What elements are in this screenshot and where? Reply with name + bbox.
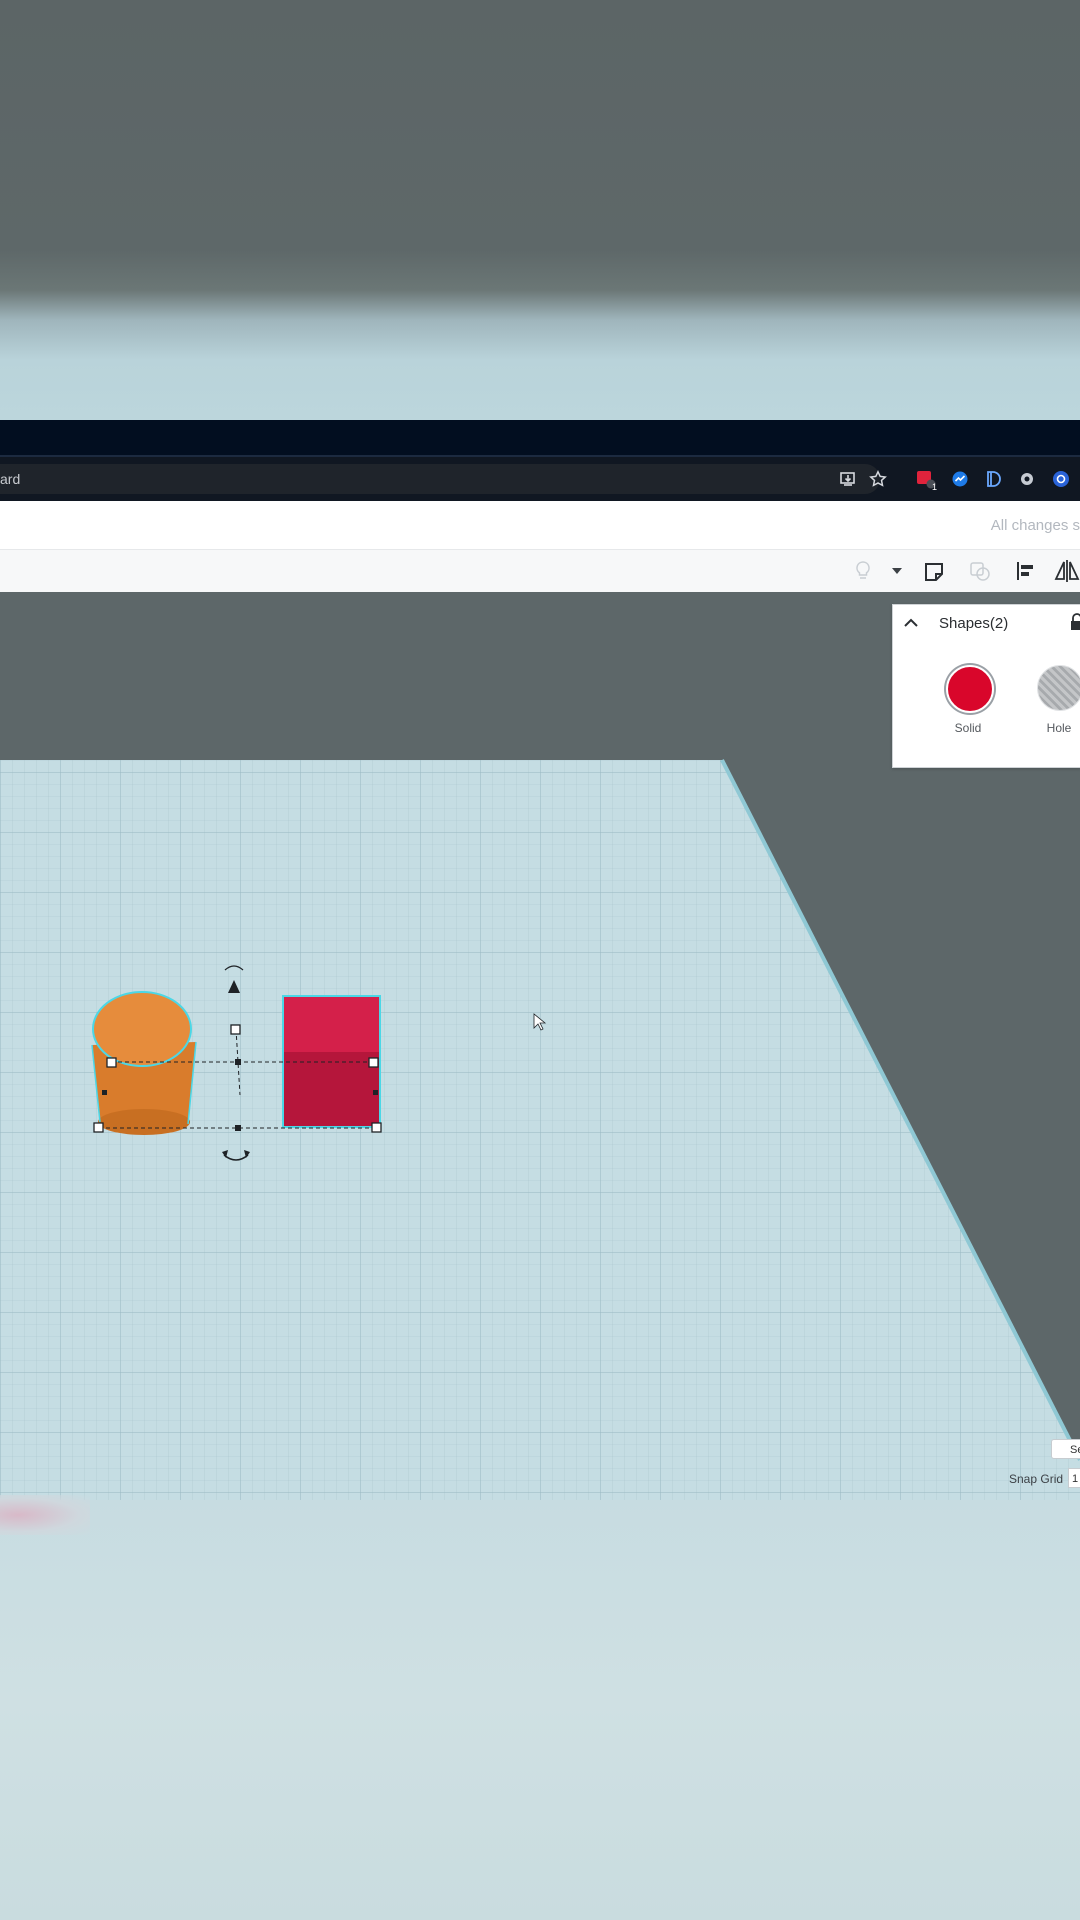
resize-handle-top-left[interactable] (106, 1057, 117, 1068)
resize-handle-top-right[interactable] (368, 1057, 379, 1068)
snap-grid-value: 1 (1072, 1473, 1079, 1485)
blurred-background-top (0, 0, 1080, 420)
extension-d-icon[interactable] (984, 469, 1004, 489)
collapse-chevron-icon[interactable] (901, 613, 921, 633)
extension-circle-icon[interactable] (1051, 469, 1071, 489)
lock-icon[interactable] (1069, 613, 1080, 631)
snap-grid-label: Snap Grid (1009, 1472, 1064, 1486)
bookmark-star-icon[interactable] (868, 469, 888, 489)
extension-gear-icon[interactable] (1017, 469, 1037, 489)
align-icon[interactable] (1012, 558, 1040, 584)
app-header: All changes s (0, 501, 1080, 550)
extension-red-icon[interactable]: 1 (916, 469, 937, 492)
address-bar[interactable]: ard (0, 464, 880, 494)
extension-badge: 1 (931, 482, 937, 492)
side-handle-left[interactable] (102, 1090, 107, 1095)
hole-label: Hole (1046, 721, 1072, 735)
mirror-icon[interactable] (1054, 558, 1080, 584)
blurred-smudge (0, 1495, 90, 1535)
chevron-down-icon[interactable] (890, 558, 904, 584)
group-icon[interactable] (966, 558, 994, 584)
side-handle-right[interactable] (373, 1090, 378, 1095)
lightbulb-icon[interactable] (850, 558, 876, 584)
note-icon[interactable] (921, 558, 949, 584)
save-status-text: All changes s (990, 517, 1080, 534)
browser-toolbar: ard 1 (0, 455, 1080, 503)
blurred-background-bottom (0, 1500, 1080, 1920)
resize-handle-bottom-left[interactable] (93, 1122, 104, 1133)
resize-handle-bottom-right[interactable] (371, 1122, 382, 1133)
address-bar-text: ard (0, 471, 21, 487)
settings-label: Se (1070, 1444, 1080, 1456)
panel-title: Shapes(2) (939, 615, 1009, 632)
hole-swatch[interactable] (1037, 665, 1080, 711)
workplane-viewport[interactable]: Shapes(2) Solid Hole (0, 592, 1080, 1500)
height-handle[interactable] (230, 1024, 241, 1035)
center-handle-top[interactable] (235, 1059, 241, 1065)
solid-color-swatch[interactable] (946, 665, 994, 713)
snap-grid-select[interactable]: 1 (1068, 1468, 1080, 1488)
solid-label: Solid (954, 721, 982, 735)
browser-tab-strip (0, 420, 1080, 455)
shape-inspector-panel: Shapes(2) Solid Hole (892, 604, 1080, 768)
install-app-icon[interactable] (838, 469, 858, 489)
center-handle-bottom[interactable] (235, 1125, 241, 1131)
settings-button[interactable]: Se (1051, 1439, 1080, 1459)
extension-messenger-icon[interactable] (950, 469, 970, 489)
edit-toolbar (0, 550, 1080, 593)
